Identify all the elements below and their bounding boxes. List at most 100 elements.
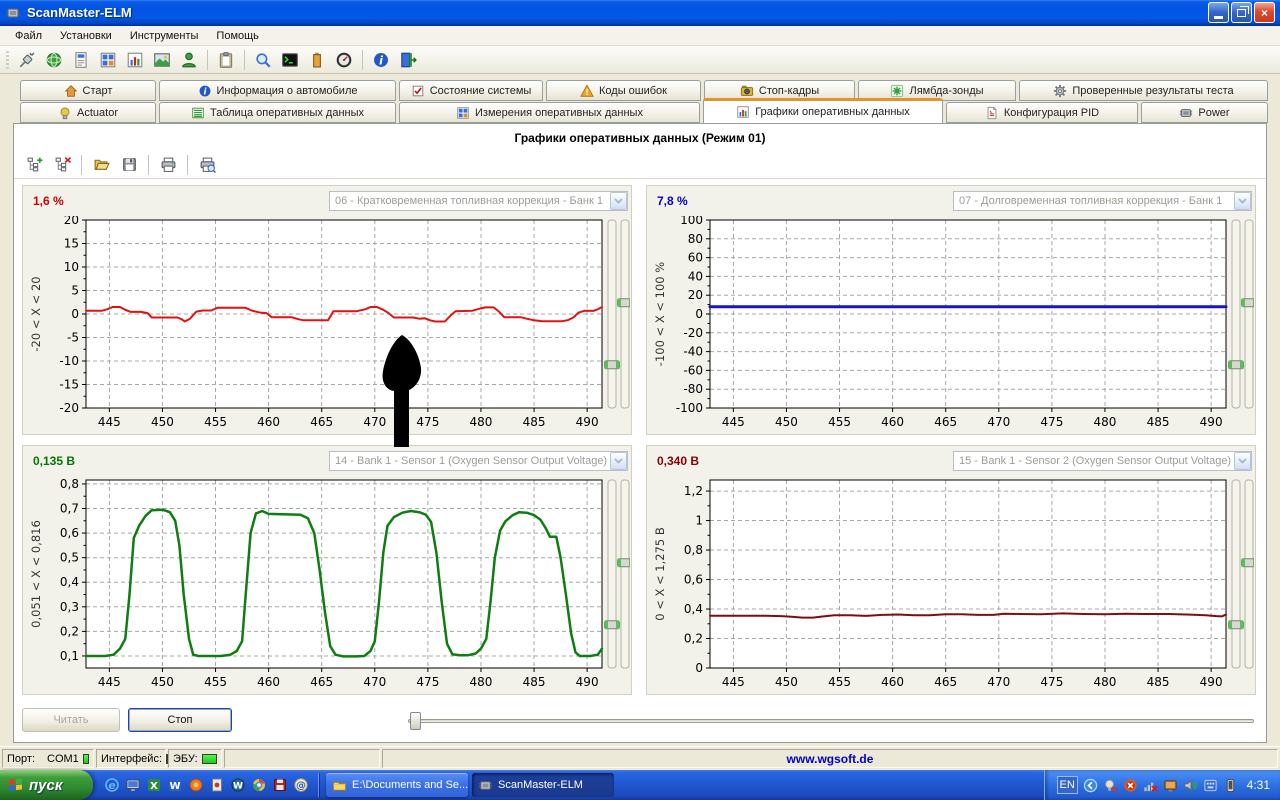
task-button-0[interactable]: E:\Documents and Se... <box>326 773 468 797</box>
tray-volume-icon[interactable] <box>1183 778 1198 793</box>
slider-thumb[interactable] <box>410 712 421 730</box>
toolbar-separator <box>207 50 208 70</box>
menu-Файл[interactable]: Файл <box>6 28 51 44</box>
scale-trackbar-0[interactable] <box>608 220 616 408</box>
tab-r1-6[interactable]: Проверенные результаты теста <box>1019 80 1268 101</box>
quicklaunch-disk-icon[interactable] <box>271 777 288 794</box>
scale-trackbar-1[interactable] <box>1245 480 1253 668</box>
globe-icon[interactable] <box>42 49 66 71</box>
grid-icon[interactable] <box>96 49 120 71</box>
menu-Установки[interactable]: Установки <box>51 28 121 44</box>
open-icon[interactable] <box>89 154 113 176</box>
tab-r1-3[interactable]: Коды ошибок <box>546 80 701 101</box>
pid-selector-2[interactable]: 14 - Bank 1 - Sensor 1 (Oxygen Sensor Ou… <box>329 451 628 471</box>
scale-trackbar-0[interactable] <box>608 480 616 668</box>
tab-r2-2[interactable]: Измерения оперативных данных <box>399 102 700 123</box>
image-icon[interactable] <box>150 49 174 71</box>
chart-icon[interactable] <box>123 49 147 71</box>
stop-button[interactable]: Стоп <box>128 708 232 732</box>
scale-trackbar-1[interactable] <box>621 220 629 408</box>
lambda-icon <box>890 84 904 98</box>
scale-trackbar-1[interactable] <box>621 480 629 668</box>
tray-history-icon[interactable] <box>1083 778 1098 793</box>
task-button-1[interactable]: ScanMaster-ELM <box>472 773 614 797</box>
minimize-button[interactable] <box>1208 2 1229 23</box>
chart-plot-1: 100806040200-20-40-60-80-100445450455460… <box>648 216 1254 434</box>
read-button[interactable]: Читать <box>22 708 120 732</box>
battery-icon[interactable] <box>305 49 329 71</box>
print-icon[interactable] <box>156 154 180 176</box>
tab-r2-0[interactable]: Actuator <box>20 102 156 123</box>
addnode-icon[interactable] <box>22 154 46 176</box>
tray-device-icon[interactable] <box>1223 778 1238 793</box>
save-icon[interactable] <box>117 154 141 176</box>
combo-dropdown-button-1[interactable] <box>1234 192 1251 210</box>
info-icon[interactable]: i <box>369 49 393 71</box>
scale-trackbar-0[interactable] <box>1232 220 1240 408</box>
quicklaunch-show-desktop-icon[interactable] <box>124 777 141 794</box>
combo-dropdown-button-2[interactable] <box>610 452 627 470</box>
menu-Помощь[interactable]: Помощь <box>207 28 268 44</box>
tray-stop-badge-icon[interactable] <box>1123 778 1138 793</box>
chart-body-2: 0,80,70,60,50,40,30,20,14454504554604654… <box>23 476 631 694</box>
svg-text:0,6: 0,6 <box>60 526 79 540</box>
tab-r2-3[interactable]: Графики оперативных данных <box>703 98 943 124</box>
report-icon[interactable] <box>69 49 93 71</box>
quicklaunch-firefox-icon[interactable] <box>187 777 204 794</box>
chart-value-1: 7,8 % <box>657 194 688 208</box>
restore-button[interactable] <box>1231 2 1252 23</box>
timeline-slider[interactable] <box>408 712 1254 730</box>
svg-text:455: 455 <box>204 415 227 429</box>
svg-text:80: 80 <box>688 232 703 246</box>
combo-dropdown-button-3[interactable] <box>1234 452 1251 470</box>
svg-text:0: 0 <box>695 307 703 321</box>
user-icon[interactable] <box>177 49 201 71</box>
scale-trackbar-0[interactable] <box>1232 480 1240 668</box>
preview-icon[interactable] <box>195 154 219 176</box>
chevron-down-icon <box>614 198 623 204</box>
svg-text:450: 450 <box>151 415 174 429</box>
svg-text:i: i <box>379 54 383 67</box>
website-link[interactable]: www.wgsoft.de <box>787 752 874 766</box>
connect-icon[interactable] <box>15 49 39 71</box>
clipboard-icon[interactable] <box>214 49 238 71</box>
menu-bar: ФайлУстановкиИнструментыПомощь <box>0 26 1280 46</box>
menu-Инструменты[interactable]: Инструменты <box>121 28 208 44</box>
close-button[interactable]: × <box>1254 2 1275 23</box>
chevron-down-icon <box>1238 458 1247 464</box>
gauge-icon[interactable] <box>332 49 356 71</box>
tray-input-indicator-icon[interactable] <box>1203 778 1218 793</box>
tray-display-icon[interactable] <box>1163 778 1178 793</box>
scale-trackbar-1[interactable] <box>1245 220 1253 408</box>
tab-r2-1[interactable]: Таблица оперативных данных <box>159 102 396 123</box>
pid-selector-0[interactable]: 06 - Кратковременная топливная коррекция… <box>329 191 628 211</box>
quicklaunch-ie-icon[interactable]: e <box>103 777 120 794</box>
start-button[interactable]: пуск <box>0 770 93 800</box>
tray-no-signal-icon[interactable] <box>1143 778 1158 793</box>
quicklaunch-excel-icon[interactable]: X <box>145 777 162 794</box>
tray-bulb-off-icon[interactable] <box>1103 778 1118 793</box>
delnode-icon[interactable] <box>50 154 74 176</box>
quicklaunch-word-icon[interactable]: W <box>166 777 183 794</box>
quicklaunch-media-player-icon[interactable] <box>208 777 225 794</box>
pid-selector-3[interactable]: 15 - Bank 1 - Sensor 2 (Oxygen Sensor Ou… <box>953 451 1252 471</box>
slider-track[interactable] <box>408 719 1254 723</box>
search-icon[interactable] <box>251 49 275 71</box>
port-label: Порт: <box>7 753 35 765</box>
pid-selector-1[interactable]: 07 - Долговременная топливная коррекция … <box>953 191 1252 211</box>
combo-dropdown-button-0[interactable] <box>610 192 627 210</box>
chart-body-1: 100806040200-20-40-60-80-100445450455460… <box>647 216 1255 434</box>
quicklaunch-w-badge-icon[interactable]: W <box>229 777 246 794</box>
exit-icon[interactable] <box>396 49 420 71</box>
tab-r2-4[interactable]: Конфигурация PID <box>946 102 1138 123</box>
status-website[interactable]: www.wgsoft.de <box>382 749 1278 768</box>
tab-r1-1[interactable]: i Информация о автомобиле <box>159 80 396 101</box>
svg-text:-80: -80 <box>683 382 703 396</box>
tab-r1-2[interactable]: Состояние системы <box>399 80 543 101</box>
tab-r2-5[interactable]: Power <box>1141 102 1268 123</box>
quicklaunch-mail-icon[interactable]: @ <box>292 777 309 794</box>
quicklaunch-chrome-icon[interactable] <box>250 777 267 794</box>
language-indicator[interactable]: EN <box>1057 776 1078 794</box>
terminal-icon[interactable] <box>278 49 302 71</box>
tab-r1-0[interactable]: Старт <box>20 80 156 101</box>
